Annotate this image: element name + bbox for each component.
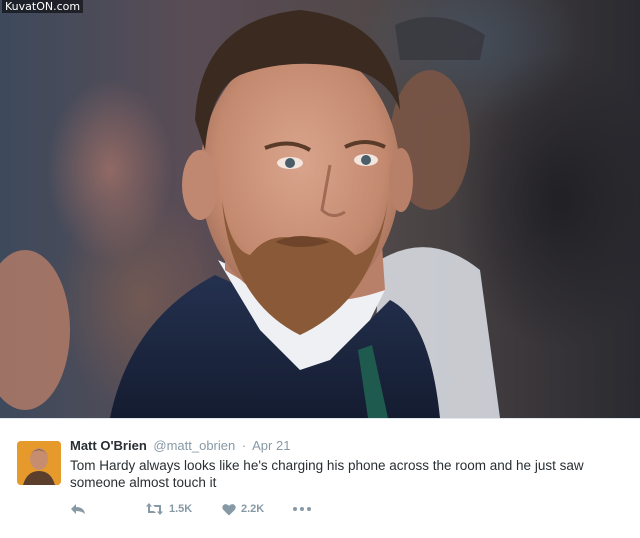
user-handle[interactable]: @matt_obrien: [153, 438, 235, 453]
retweet-count: 1.5K: [169, 503, 193, 515]
tweet-actions: 1.5K 2.2K: [70, 499, 330, 519]
tweet-card[interactable]: Matt O'Brien @matt_obrien · Apr 21 Tom H…: [0, 418, 640, 538]
tweet-photo: KuvatON.com: [0, 0, 640, 418]
heart-icon: [222, 503, 236, 515]
tweet-header: Matt O'Brien @matt_obrien · Apr 21: [70, 438, 290, 453]
more-dots-icon: [293, 507, 311, 511]
like-count: 2.2K: [241, 503, 265, 515]
photo-illustration: [0, 10, 500, 418]
more-button[interactable]: [292, 499, 312, 519]
avatar-image: [17, 441, 61, 485]
reply-button[interactable]: [70, 499, 86, 519]
retweet-icon: [146, 503, 163, 515]
tweet-text: Tom Hardy always looks like he's chargin…: [70, 458, 584, 490]
watermark: KuvatON.com: [2, 0, 84, 13]
like-button[interactable]: 2.2K: [222, 499, 264, 519]
tweet-timestamp[interactable]: Apr 21: [252, 438, 290, 453]
retweet-button[interactable]: 1.5K: [145, 499, 192, 519]
reply-icon: [71, 504, 85, 514]
separator: ·: [241, 438, 247, 453]
avatar[interactable]: [17, 441, 61, 485]
display-name[interactable]: Matt O'Brien: [70, 438, 147, 453]
